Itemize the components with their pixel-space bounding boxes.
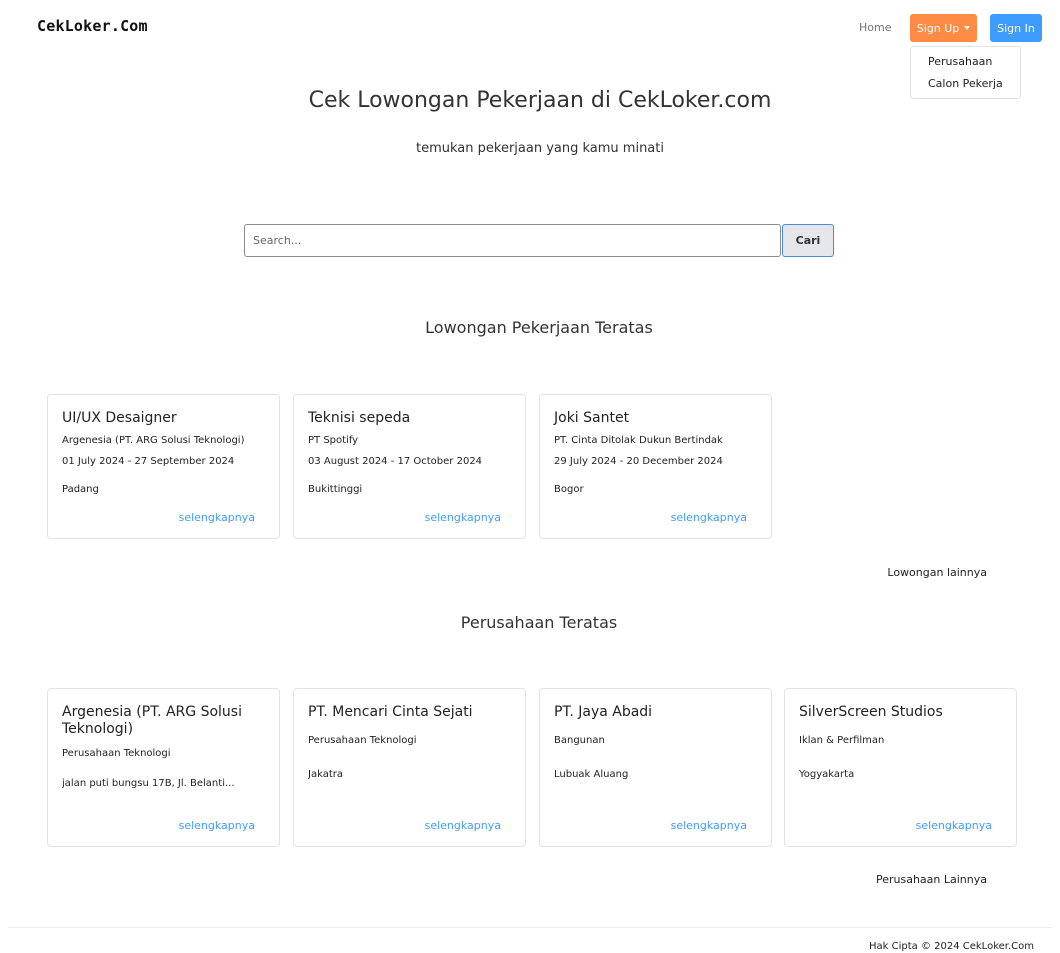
job-card: UI/UX Desaigner Argenesia (PT. ARG Solus… xyxy=(47,394,280,539)
job-company: PT Spotify xyxy=(308,435,359,446)
footer-copyright: Hak Cipta © 2024 CekLoker.Com xyxy=(869,941,1034,952)
job-title: Joki Santet xyxy=(554,410,630,426)
dropdown-item-perusahaan[interactable]: Perusahaan xyxy=(928,55,992,68)
job-card: Teknisi sepeda PT Spotify 03 August 2024… xyxy=(293,394,526,539)
company-card: PT. Mencari Cinta Sejati Perusahaan Tekn… xyxy=(293,688,526,847)
search-input[interactable] xyxy=(244,224,781,257)
job-dates: 03 August 2024 - 17 October 2024 xyxy=(308,456,483,467)
footer-divider xyxy=(8,927,1052,928)
company-detail-link[interactable]: selengkapnya xyxy=(916,819,992,832)
job-location: Bukittinggi xyxy=(308,484,363,495)
company-category: Bangunan xyxy=(554,735,605,746)
hero-subtitle: temukan pekerjaan yang kamu minati xyxy=(416,141,664,156)
company-name: PT. Jaya Abadi xyxy=(554,704,653,720)
job-dates: 01 July 2024 - 27 September 2024 xyxy=(62,456,235,467)
job-detail-link[interactable]: selengkapnya xyxy=(425,511,501,524)
job-company: Argenesia (PT. ARG Solusi Teknologi) xyxy=(62,435,245,446)
caret-down-icon xyxy=(964,26,971,30)
company-address: Lubuak Aluang xyxy=(554,769,629,780)
company-card: SilverScreen Studios Iklan & Perfilman Y… xyxy=(784,688,1017,847)
companies-section-title: Perusahaan Teratas xyxy=(460,613,618,632)
job-card: Joki Santet PT. Cinta Ditolak Dukun Bert… xyxy=(539,394,772,539)
jobs-section-title: Lowongan Pekerjaan Teratas xyxy=(425,318,653,337)
company-name: Argenesia (PT. ARG Solusi Teknologi) xyxy=(62,704,242,737)
job-location: Bogor xyxy=(554,484,584,495)
job-dates: 29 July 2024 - 20 December 2024 xyxy=(554,456,723,467)
signin-button[interactable]: Sign In xyxy=(990,14,1042,42)
brand-logo[interactable]: CekLoker.Com xyxy=(37,17,148,35)
company-card: Argenesia (PT. ARG Solusi Teknologi) Per… xyxy=(47,688,280,847)
more-jobs-link[interactable]: Lowongan lainnya xyxy=(887,566,987,579)
signup-dropdown-button[interactable]: Sign Up xyxy=(910,14,977,42)
job-title: UI/UX Desaigner xyxy=(62,410,177,426)
company-category: Perusahaan Teknologi xyxy=(62,748,171,759)
company-category: Perusahaan Teknologi xyxy=(308,735,417,746)
signup-label: Sign Up xyxy=(916,21,960,35)
job-detail-link[interactable]: selengkapnya xyxy=(671,511,747,524)
navbar: CekLoker.Com Home Sign Up Sign In Perusa… xyxy=(0,0,1060,99)
job-company: PT. Cinta Ditolak Dukun Bertindak xyxy=(554,435,723,446)
company-detail-link[interactable]: selengkapnya xyxy=(425,819,501,832)
company-card: PT. Jaya Abadi Bangunan Lubuak Aluang se… xyxy=(539,688,772,847)
more-companies-link[interactable]: Perusahaan Lainnya xyxy=(876,873,987,886)
hero-title: Cek Lowongan Pekerjaan di CekLoker.com xyxy=(308,88,772,113)
job-detail-link[interactable]: selengkapnya xyxy=(179,511,255,524)
company-detail-link[interactable]: selengkapnya xyxy=(671,819,747,832)
company-address: jalan puti bungsu 17B, Jl. Belanti... xyxy=(62,778,235,789)
company-category: Iklan & Perfilman xyxy=(799,735,885,746)
company-detail-link[interactable]: selengkapnya xyxy=(179,819,255,832)
search-button[interactable]: Cari xyxy=(782,224,834,257)
job-location: Padang xyxy=(62,484,99,495)
nav-home-link[interactable]: Home xyxy=(859,21,891,34)
company-address: Yogyakarta xyxy=(799,769,855,780)
company-address: Jakatra xyxy=(308,769,343,780)
company-name: SilverScreen Studios xyxy=(799,704,943,720)
job-title: Teknisi sepeda xyxy=(308,410,411,426)
company-name: PT. Mencari Cinta Sejati xyxy=(308,704,473,720)
